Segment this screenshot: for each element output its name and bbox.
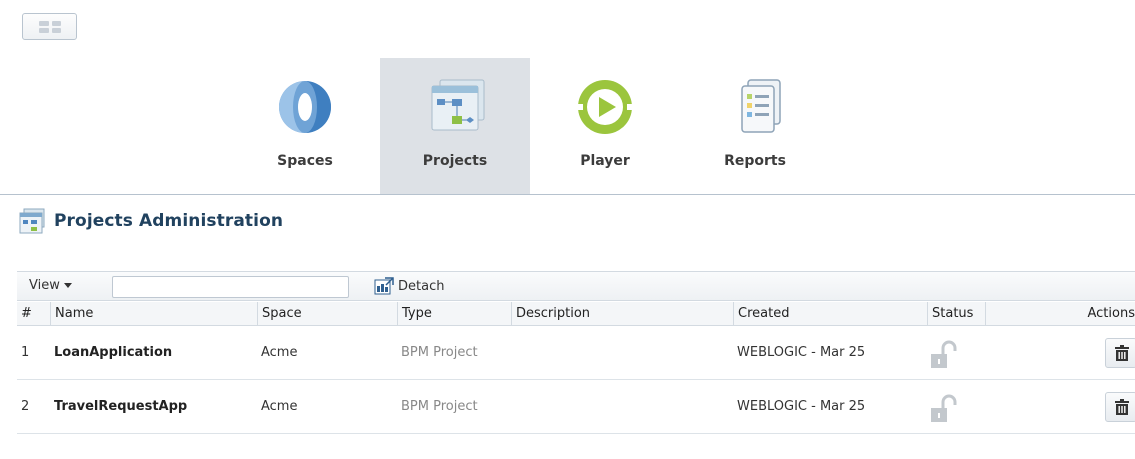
tab-projects-label: Projects — [422, 153, 488, 169]
tab-player[interactable]: Player — [530, 58, 680, 194]
project-name[interactable]: TravelRequestApp — [50, 380, 187, 434]
table-header: # Name Space Type Description Created St… — [17, 302, 1135, 326]
project-description — [511, 326, 515, 380]
projects-table: # Name Space Type Description Created St… — [17, 302, 1135, 434]
detach-label: Detach — [398, 278, 445, 294]
delete-button[interactable] — [1105, 392, 1135, 422]
tab-reports[interactable]: Reports — [680, 58, 830, 194]
project-created: WEBLOGIC - Mar 25 — [737, 345, 866, 360]
app-menu-button[interactable] — [22, 13, 77, 40]
project-space: Acme — [261, 399, 298, 414]
project-type: BPM Project — [401, 345, 478, 360]
project-type: BPM Project — [401, 399, 478, 414]
column-header-type[interactable]: Type — [397, 302, 511, 326]
column-header-description[interactable]: Description — [511, 302, 733, 326]
page-header: Projects Administration — [18, 207, 283, 235]
spaces-icon — [279, 81, 331, 133]
column-header-space[interactable]: Space — [257, 302, 397, 326]
detach-icon — [374, 277, 394, 295]
reports-icon — [741, 79, 781, 133]
main-nav: Spaces Projects Player Reports — [230, 58, 830, 194]
filter-input[interactable] — [112, 276, 349, 298]
project-name[interactable]: LoanApplication — [50, 326, 172, 380]
unlocked-icon — [931, 340, 957, 368]
trash-icon — [1115, 399, 1129, 415]
view-menu-button[interactable]: View — [29, 278, 72, 293]
project-created: WEBLOGIC - Mar 25 — [737, 399, 866, 414]
table-row[interactable]: 1 LoanApplication Acme BPM Project WEBLO… — [17, 326, 1135, 380]
grid-icon — [39, 21, 61, 33]
header-divider — [0, 194, 1135, 195]
column-header-created[interactable]: Created — [733, 302, 927, 326]
tab-spaces[interactable]: Spaces — [230, 58, 380, 194]
table-row[interactable]: 2 TravelRequestApp Acme BPM Project WEBL… — [17, 380, 1135, 434]
player-icon — [577, 80, 633, 134]
table-toolbar: View Detach — [17, 271, 1135, 301]
column-header-name[interactable]: Name — [50, 302, 257, 326]
tab-projects[interactable]: Projects — [380, 58, 530, 194]
page-title: Projects Administration — [54, 211, 284, 231]
column-header-status[interactable]: Status — [927, 302, 985, 326]
unlocked-icon — [931, 394, 957, 422]
view-menu-label: View — [29, 278, 60, 293]
tab-player-label: Player — [580, 153, 630, 169]
projects-admin-icon — [19, 208, 45, 234]
delete-button[interactable] — [1105, 338, 1135, 368]
row-number: 2 — [21, 399, 30, 414]
project-space: Acme — [261, 345, 298, 360]
project-description — [511, 380, 515, 434]
detach-button[interactable]: Detach — [374, 277, 444, 295]
row-number: 1 — [21, 345, 30, 360]
trash-icon — [1115, 345, 1129, 361]
projects-icon — [431, 79, 485, 131]
column-header-actions[interactable]: Actions — [985, 302, 1135, 326]
tab-reports-label: Reports — [724, 153, 786, 169]
tab-spaces-label: Spaces — [277, 153, 333, 169]
caret-down-icon — [63, 283, 72, 288]
column-header-number[interactable]: # — [17, 302, 50, 326]
